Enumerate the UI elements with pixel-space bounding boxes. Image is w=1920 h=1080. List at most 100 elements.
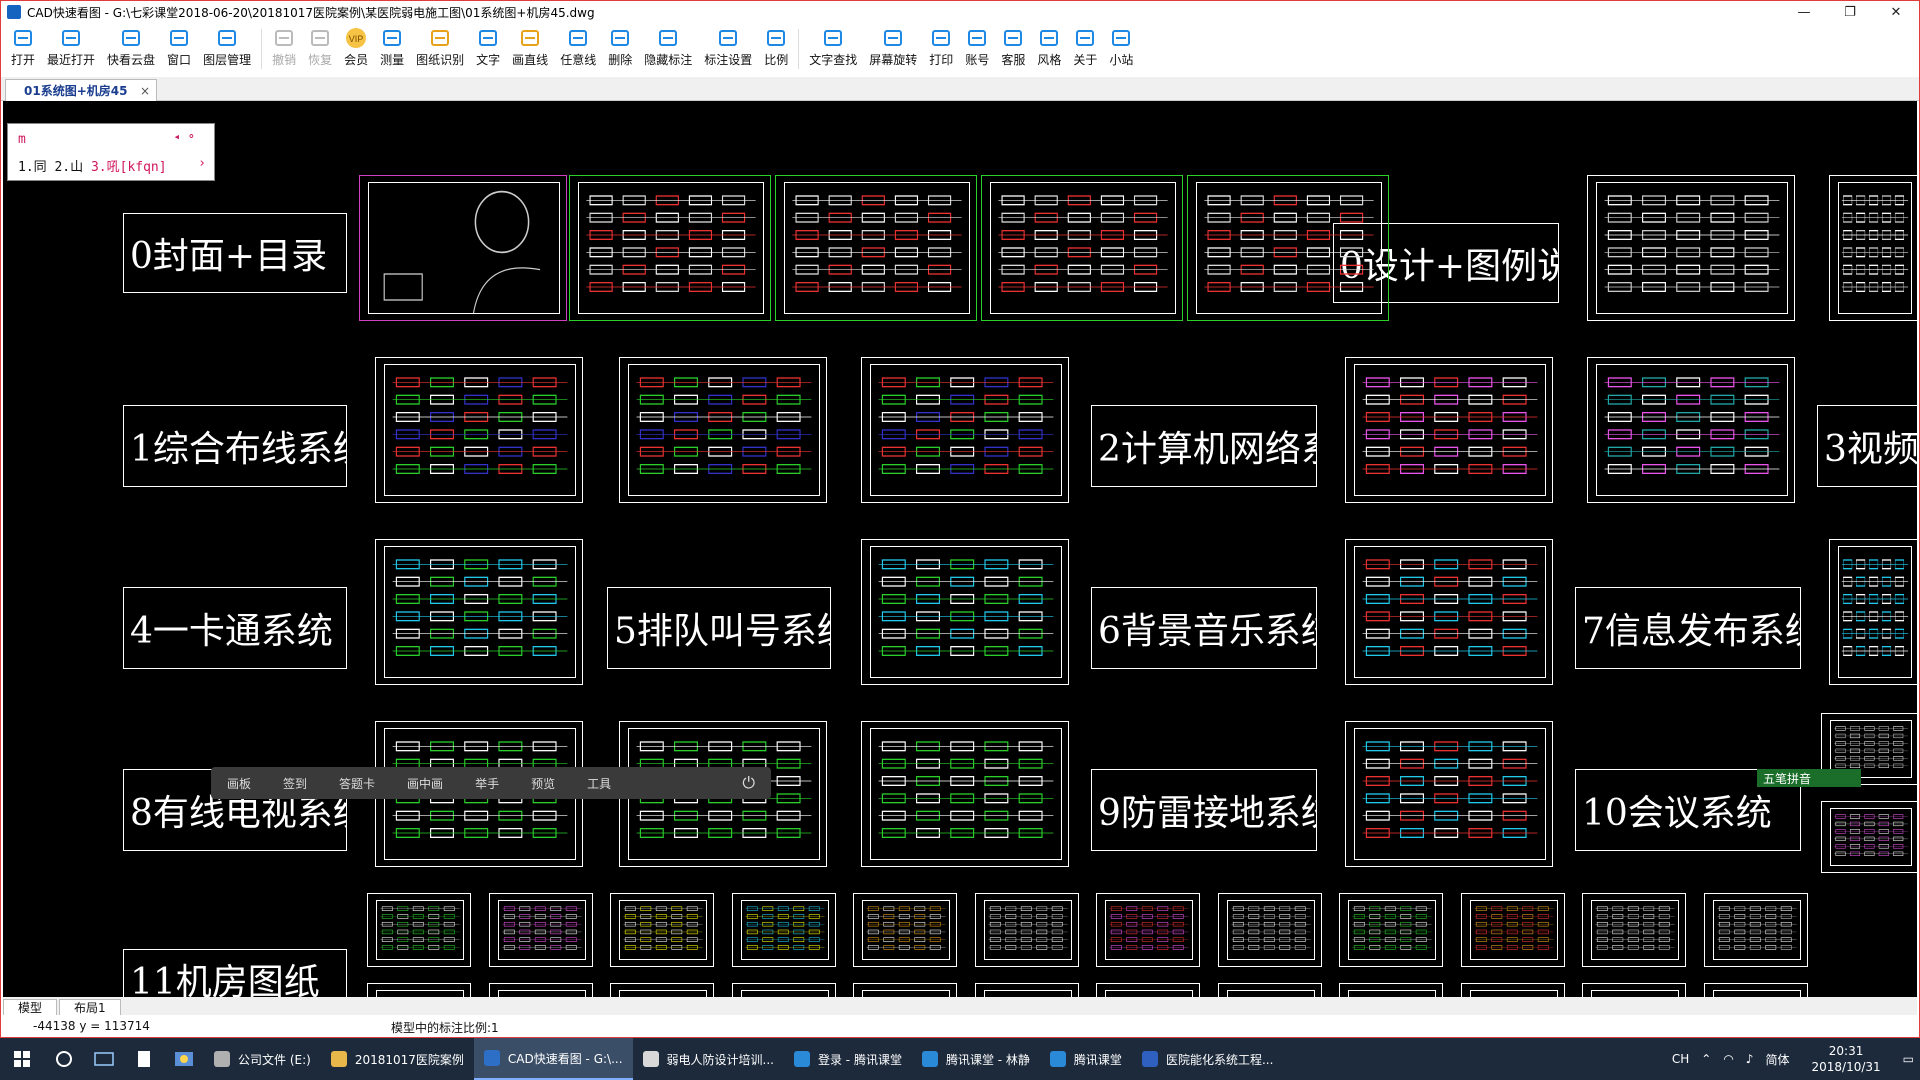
system-tray: CH ⌃ ◠ ♪ 简体 20:31 2018/10/31 ▭ xyxy=(1666,1038,1920,1080)
toolbar-button-label: 撤销 xyxy=(272,53,297,67)
toolbar-button-2[interactable]: 最近打开 xyxy=(41,23,101,75)
toolbar-button-11[interactable]: 文字 xyxy=(470,23,506,75)
close-button[interactable]: ✕ xyxy=(1873,1,1919,23)
app-icon xyxy=(1049,1051,1066,1067)
power-icon[interactable]: ⏻ xyxy=(742,773,755,793)
taskbar-item-3[interactable]: 弱电人防设计培训... xyxy=(633,1038,784,1080)
restore-button[interactable]: ❐ xyxy=(1827,1,1873,23)
toolbar-button-label: 快看云盘 xyxy=(107,53,156,67)
sheet-frame xyxy=(497,990,586,997)
system-sheet xyxy=(861,721,1069,867)
document-tab-label: 01系统图+机房45 xyxy=(24,84,128,98)
minimize-button[interactable]: — xyxy=(1781,1,1827,23)
layout1-tab[interactable]: 布局1 xyxy=(59,999,121,1015)
toolbar-button-5[interactable]: 图层管理 xyxy=(197,23,257,75)
toolbar-button-8[interactable]: VIP 会员 xyxy=(338,23,374,75)
toolbar-button-12[interactable]: 画直线 xyxy=(506,23,554,75)
notification-icon[interactable]: ▭ xyxy=(1903,1052,1914,1066)
explorer-pinned-icon[interactable] xyxy=(164,1038,204,1080)
toolbar-button-4[interactable]: 窗口 xyxy=(161,23,197,75)
toolbar-button-6[interactable]: 撤销 xyxy=(266,23,302,75)
toolbar-button-20[interactable]: 打印 xyxy=(923,23,959,75)
wubi-ime-status[interactable]: 五笔拼音 xyxy=(1757,769,1861,787)
language-indicator[interactable]: CH xyxy=(1672,1052,1689,1066)
toolbar-button-17[interactable]: 比例 xyxy=(758,23,794,75)
chevron-up-icon[interactable]: ⌃ xyxy=(1701,1052,1711,1066)
app-icon xyxy=(1141,1051,1158,1067)
network-icon[interactable]: ◠ xyxy=(1723,1052,1733,1066)
close-tab-icon[interactable]: × xyxy=(140,84,150,98)
catalog-sheet xyxy=(569,175,771,321)
volume-icon[interactable]: ♪ xyxy=(1746,1052,1754,1066)
toolbar-button-label: 图纸识别 xyxy=(416,53,465,67)
document-tab[interactable]: 01系统图+机房45 × xyxy=(5,79,157,101)
classroom-tool-4[interactable]: 举手 xyxy=(475,775,499,792)
sheet-frame xyxy=(740,990,829,997)
toolbar-button-7[interactable]: 恢复 xyxy=(302,23,338,75)
search-icon[interactable] xyxy=(44,1038,84,1080)
toolbar-button-25[interactable]: 小站 xyxy=(1103,23,1139,75)
account-icon xyxy=(966,27,988,49)
toolbar-button-label: 账号 xyxy=(965,53,990,67)
sheet-frame xyxy=(376,900,464,960)
taskbar-item-6[interactable]: 腾讯课堂 xyxy=(1040,1038,1132,1080)
taskbar-item-0[interactable]: 公司文件 (E:) xyxy=(204,1038,321,1080)
taskbar-item-2[interactable]: CAD快速看图 - G:\... xyxy=(473,1038,633,1080)
machine-room-sheet xyxy=(367,983,471,997)
toolbar-button-3[interactable]: 快看云盘 xyxy=(101,23,161,75)
system-sheet xyxy=(1345,721,1553,867)
taskbar-item-4[interactable]: 登录 - 腾讯课堂 xyxy=(784,1038,912,1080)
clock[interactable]: 20:31 2018/10/31 xyxy=(1805,1043,1886,1075)
classroom-tool-2[interactable]: 答题卡 xyxy=(339,775,375,792)
machine-room-sheet xyxy=(367,893,471,967)
machine-room-sheet xyxy=(853,893,957,967)
classroom-tool-6[interactable]: 工具 xyxy=(587,775,611,792)
sheet-frame xyxy=(1712,990,1801,997)
toolbar-button-18[interactable]: 文字查找 xyxy=(803,23,863,75)
ime-pin-icon[interactable]: ◂ ⚬ xyxy=(174,130,196,143)
toolbar-button-label: 比例 xyxy=(764,53,789,67)
toolbar-button-22[interactable]: 客服 xyxy=(995,23,1031,75)
toolbar-button-label: 隐藏标注 xyxy=(644,53,693,67)
classroom-tool-1[interactable]: 签到 xyxy=(283,775,307,792)
toolbar-button-19[interactable]: 屏幕旋转 xyxy=(863,23,923,75)
toolbar-button-16[interactable]: 标注设置 xyxy=(698,23,758,75)
classroom-tool-5[interactable]: 预览 xyxy=(531,775,555,792)
classroom-tool-3[interactable]: 画中画 xyxy=(407,775,443,792)
taskbar-item-label: 公司文件 (E:) xyxy=(238,1052,311,1067)
toolbar-button-23[interactable]: 风格 xyxy=(1031,23,1067,75)
sheet-frame xyxy=(1838,182,1912,314)
toolbar-button-label: 文字 xyxy=(476,53,501,67)
taskbar-item-label: 腾讯课堂 - 林静 xyxy=(945,1052,1030,1067)
ime-mode-indicator[interactable]: 简体 xyxy=(1765,1051,1789,1068)
toolbar-button-1[interactable]: 打开 xyxy=(5,23,41,75)
start-button[interactable] xyxy=(0,1038,44,1080)
ime-candidate-1[interactable]: 1.同 xyxy=(18,160,47,175)
taskbar-item-label: 20181017医院案例 xyxy=(354,1052,464,1067)
ime-candidate-3[interactable]: 3.吼[kfqn] xyxy=(91,160,167,175)
sheet-frame xyxy=(497,900,586,960)
task-view-icon[interactable] xyxy=(84,1038,124,1080)
drawing-canvas[interactable]: m ◂ ⚬ 1.同 2.山 3.吼[kfqn] › 0封面+目录0设计+图例说明… xyxy=(3,101,1917,997)
sheet-frame xyxy=(1469,990,1558,997)
app-icon xyxy=(214,1051,230,1067)
toolbar-button-15[interactable]: 隐藏标注 xyxy=(638,23,698,75)
toolbar-button-10[interactable]: 图纸识别 xyxy=(410,23,470,75)
machine-room-sheet xyxy=(1096,983,1200,997)
file-icon[interactable] xyxy=(124,1038,164,1080)
taskbar-item-1[interactable]: 20181017医院案例 xyxy=(321,1038,474,1080)
machine-room-sheet xyxy=(1582,983,1686,997)
toolbar-button-9[interactable]: 测量 xyxy=(374,23,410,75)
taskbar-item-5[interactable]: 腾讯课堂 - 林静 xyxy=(912,1038,1040,1080)
document-tab-bar: 01系统图+机房45 × xyxy=(1,77,1919,101)
app-icon xyxy=(642,1051,659,1067)
classroom-tool-0[interactable]: 画板 xyxy=(227,775,251,792)
taskbar-item-7[interactable]: 医院能化系统工程... xyxy=(1132,1038,1283,1080)
toolbar-button-21[interactable]: 账号 xyxy=(959,23,995,75)
toolbar-button-14[interactable]: 删除 xyxy=(602,23,638,75)
ime-next-page-icon[interactable]: › xyxy=(198,156,206,171)
toolbar-button-13[interactable]: 任意线 xyxy=(554,23,602,75)
model-tab[interactable]: 模型 xyxy=(3,999,58,1015)
toolbar-button-24[interactable]: 关于 xyxy=(1067,23,1103,75)
ime-candidate-2[interactable]: 2.山 xyxy=(54,160,83,175)
